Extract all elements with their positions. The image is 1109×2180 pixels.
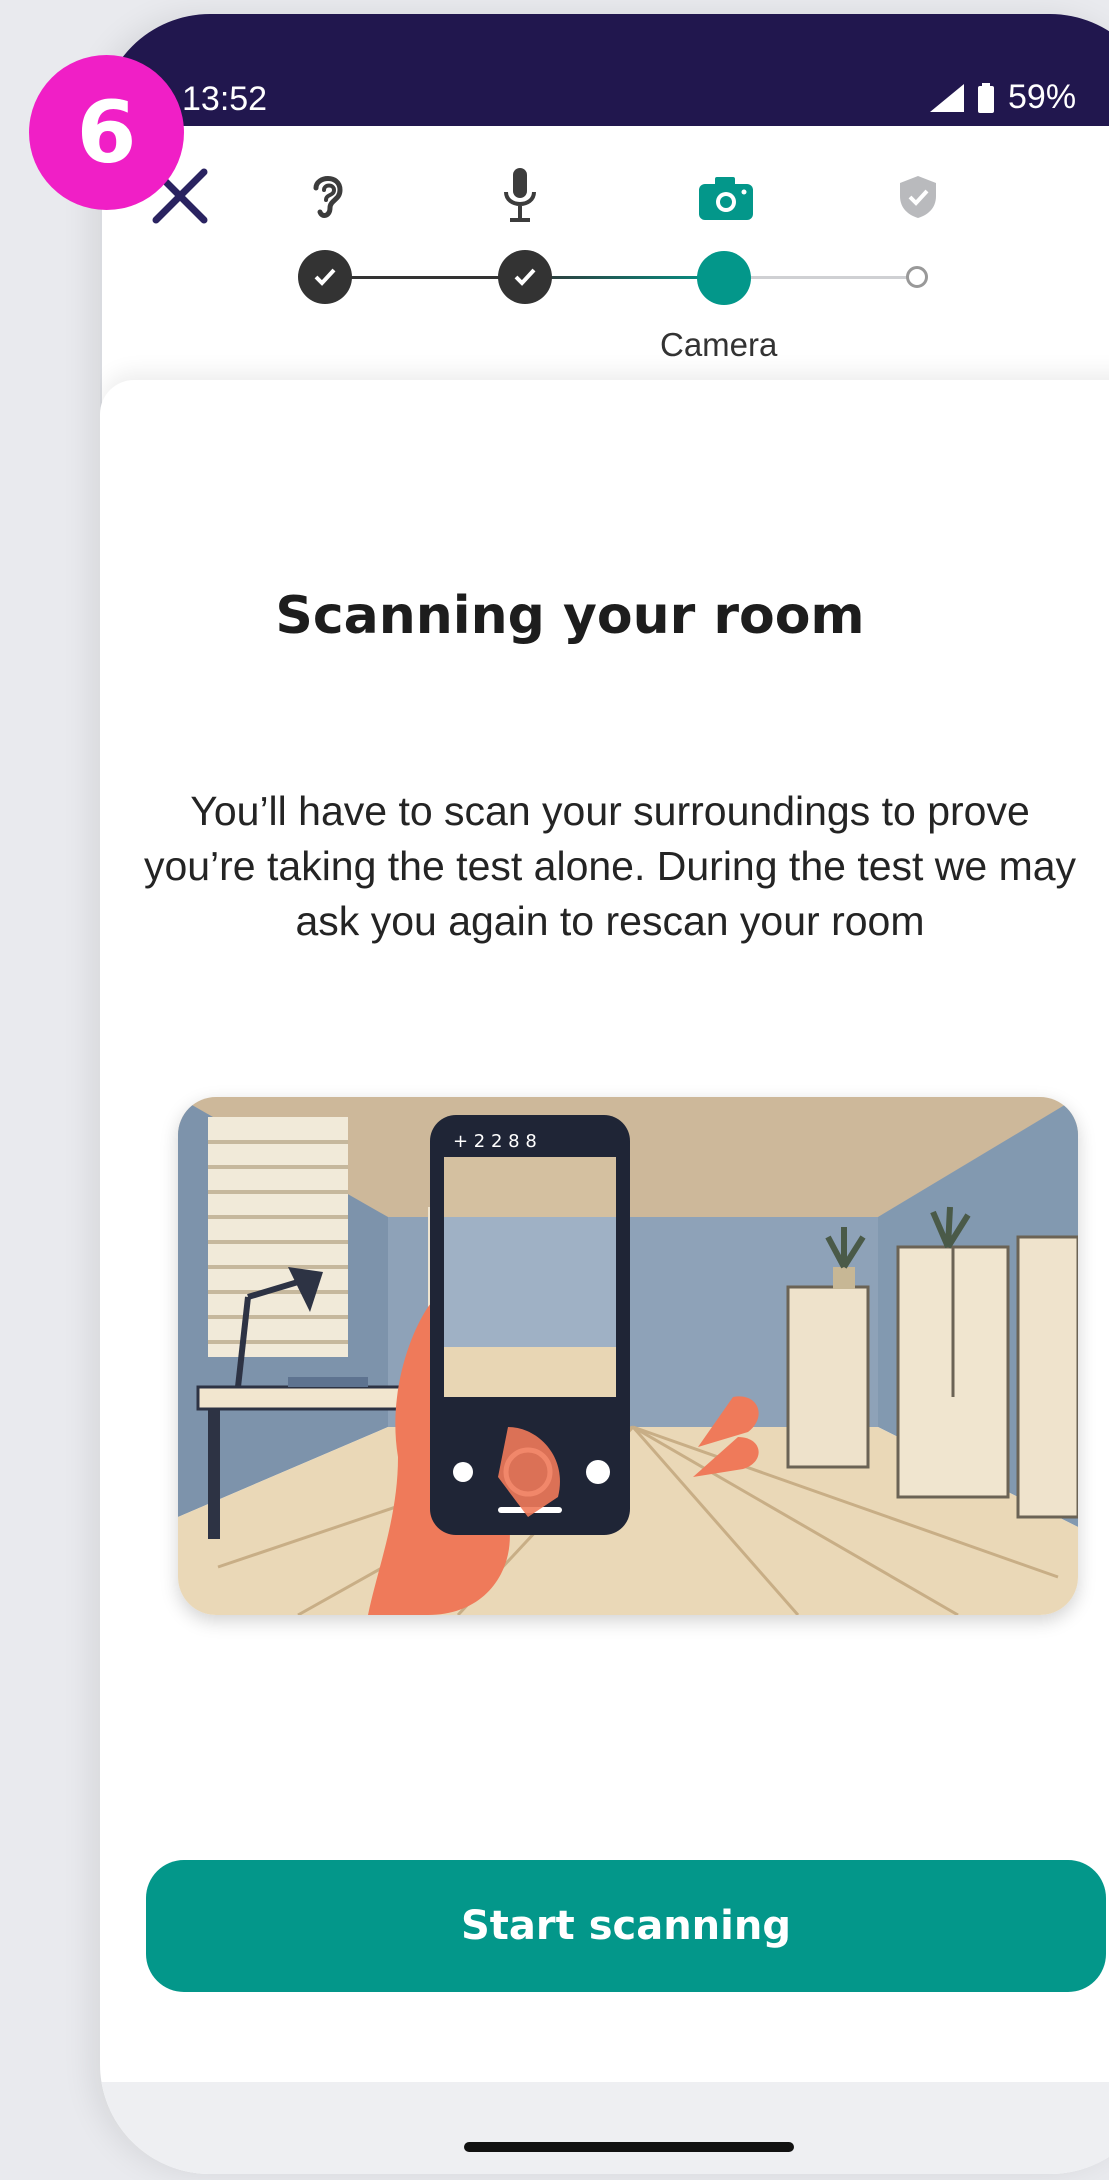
microphone-icon [504,168,536,222]
start-scanning-button[interactable]: Start scanning [146,1860,1106,1992]
shield-check-icon [900,176,936,218]
page-title: Scanning your room [100,586,1109,646]
camera-icon [699,177,753,220]
status-time: 13:52 [182,80,268,118]
page-title-text: Scanning your room [275,586,865,646]
phone-frame: 13:52 59% Camera Scanning your room You’… [100,14,1109,2174]
bottom-nav-bar [100,2082,1109,2174]
stepper-line-2 [524,276,724,279]
status-bar: 13:52 59% [100,14,1109,126]
step-node-done [298,250,352,304]
signal-icon [930,83,964,112]
step-node-pending [906,266,928,288]
phone-screen-digits: + 2 2 8 8 [453,1131,537,1152]
status-indicators: 59% [930,78,1076,117]
step-node-done [498,250,552,304]
battery-icon [978,82,994,113]
room-scan-illustration: + 2 2 8 8 [178,1097,1078,1615]
stepper-line-3 [724,276,920,279]
step-number-badge: 6 [29,55,184,210]
room-illustration-svg: + 2 2 8 8 [178,1097,1078,1615]
ear-icon [313,176,343,218]
stepper-line-1 [330,276,526,279]
checkmark-icon [514,268,536,286]
step-node-current [697,251,751,305]
checkmark-icon [314,268,336,286]
current-step-label: Camera [660,326,778,363]
description-text: You’ll have to scan your surroundings to… [143,788,1077,944]
battery-percent: 59% [1008,78,1077,116]
home-indicator[interactable] [464,2142,794,2152]
